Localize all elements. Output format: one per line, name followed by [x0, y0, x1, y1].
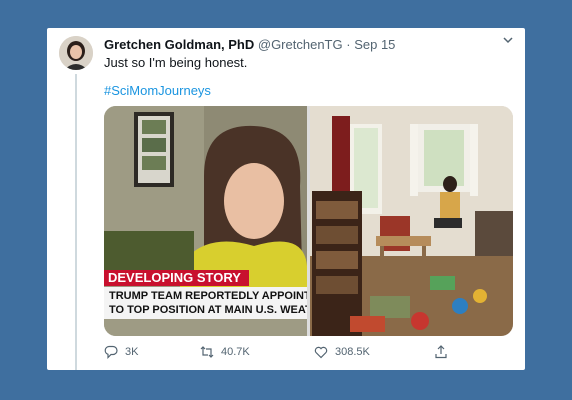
like-button[interactable]: 308.5K: [314, 345, 370, 359]
tweet-header: Gretchen Goldman, PhD @GretchenTG · Sep …: [104, 37, 513, 53]
author-name[interactable]: Gretchen Goldman, PhD: [104, 37, 254, 52]
separator: ·: [346, 37, 351, 52]
hashtag-link[interactable]: #SciMomJourneys: [104, 82, 211, 99]
reply-button[interactable]: 3K: [104, 345, 138, 359]
tweet-media[interactable]: DEVELOPING STORY TRUMP TEAM REPORTEDLY A…: [104, 106, 513, 336]
like-count: 308.5K: [335, 346, 370, 358]
news-screenshot-photo[interactable]: DEVELOPING STORY TRUMP TEAM REPORTEDLY A…: [104, 106, 307, 336]
chyron-line-2: TO TOP POSITION AT MAIN U.S. WEATH: [109, 304, 307, 316]
tweet-date[interactable]: Sep 15: [354, 37, 395, 52]
retweet-count: 40.7K: [221, 346, 250, 358]
chyron-label: DEVELOPING STORY: [104, 270, 249, 286]
tweet-actions: 3K 40.7K 308.5K: [104, 345, 454, 363]
share-icon: [435, 345, 447, 359]
retweet-button[interactable]: 40.7K: [200, 345, 250, 359]
chyron-text: TRUMP TEAM REPORTEDLY APPOINTS C TO TOP …: [104, 287, 307, 319]
thread-line: [75, 74, 77, 370]
retweet-icon: [200, 346, 214, 358]
avatar[interactable]: [59, 36, 93, 70]
chevron-down-icon[interactable]: [501, 33, 515, 47]
author-handle[interactable]: @GretchenTG: [258, 37, 343, 52]
reply-icon: [104, 345, 118, 359]
like-icon: [314, 346, 328, 359]
home-office-photo[interactable]: [310, 106, 513, 336]
tweet-card[interactable]: Gretchen Goldman, PhD @GretchenTG · Sep …: [47, 28, 525, 370]
chyron-line-1: TRUMP TEAM REPORTEDLY APPOINTS C: [109, 290, 307, 302]
share-button[interactable]: [434, 345, 448, 359]
tweet-text: Just so I'm being honest.: [104, 55, 248, 70]
reply-count: 3K: [125, 346, 139, 358]
